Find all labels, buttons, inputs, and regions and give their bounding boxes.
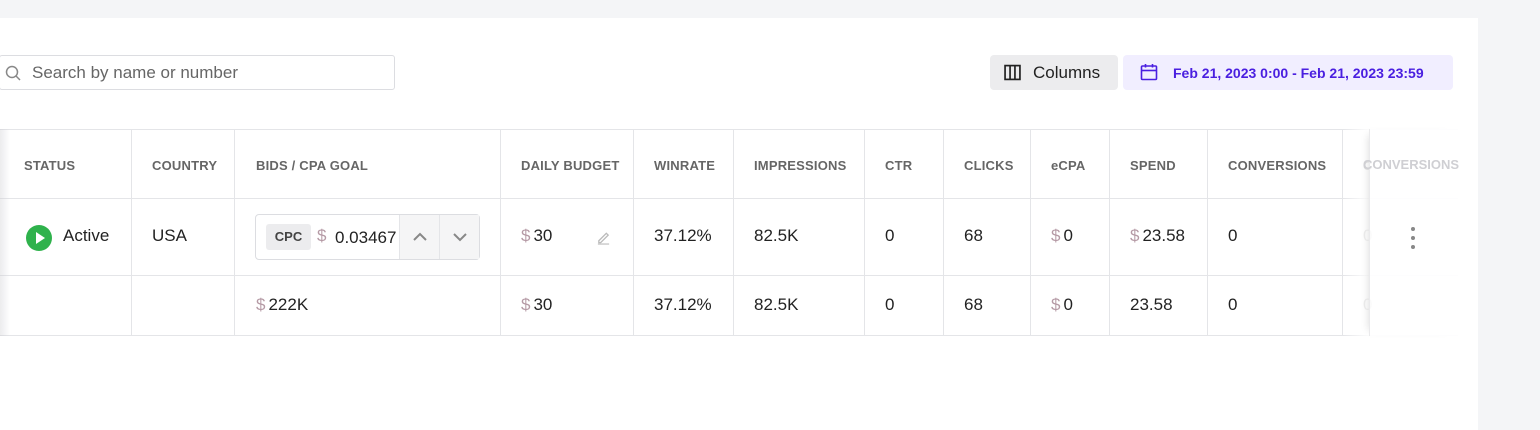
currency-symbol: $ [1051,295,1061,314]
header-conversions-ghost: CONVERSIONS [1363,157,1460,172]
totals-bids-cell: $222K [256,295,308,315]
header-conversions[interactable]: CONVERSIONS [1228,158,1326,173]
ctr-cell: 0 [885,226,895,245]
totals-spend-cell: 23.58 [1130,295,1173,314]
bid-type-badge: CPC [266,224,311,250]
totals-daily-budget-value: 30 [533,295,553,314]
table-header: STATUS COUNTRY BIDS / CPA GOAL DAILY BUD… [0,129,1458,199]
totals-impressions-cell: 82.5K [754,295,799,314]
column-divider [1030,129,1031,336]
bid-stepper[interactable]: CPC $ 0.03467 [255,214,480,260]
header-spend[interactable]: SPEND [1130,158,1176,173]
kebab-icon[interactable] [1405,226,1421,250]
totals-conversions-cell: 0 [1228,295,1238,314]
column-divider [500,129,501,336]
totals-clicks-cell: 68 [964,295,983,314]
currency-symbol: $ [521,295,531,314]
totals-row: $222K $30 37.12% 82.5K 0 68 $0 23.58 0 0 [0,276,1458,336]
header-winrate[interactable]: WINRATE [654,158,715,173]
impressions-cell: 82.5K [754,226,799,245]
columns-button[interactable]: Columns [990,55,1118,90]
currency-symbol: $ [256,295,266,314]
daily-budget-value: 30 [533,226,553,245]
header-clicks[interactable]: CLICKS [964,158,1014,173]
winrate-cell: 37.12% [654,226,712,245]
currency-symbol: $ [1130,226,1140,245]
bid-input[interactable]: 0.03467 [335,228,399,248]
table-row[interactable]: Active USA CPC $ 0.03467 $30 37.12% 82.5… [0,199,1458,276]
pencil-icon[interactable] [596,229,611,245]
search-field[interactable] [0,55,395,90]
bid-currency: $ [317,226,327,245]
daily-budget-cell: $30 [521,226,552,246]
calendar-icon [1140,64,1158,81]
scroll-shadow-left [0,129,10,336]
column-divider [234,129,235,336]
country-cell: USA [152,226,187,245]
columns-button-label: Columns [1033,63,1101,82]
conversions-cell: 0 [1228,226,1238,245]
totals-ctr-cell: 0 [885,295,895,314]
ecpa-cell: $0 [1051,226,1073,246]
column-divider [633,129,634,336]
currency-symbol: $ [521,226,531,245]
columns-icon [1004,64,1021,81]
totals-winrate-cell: 37.12% [654,295,712,314]
clicks-cell: 68 [964,226,983,245]
column-divider [943,129,944,336]
totals-bids-value: 222K [268,295,309,314]
totals-ecpa-value: 0 [1063,295,1073,314]
main-panel: Columns Feb 21, 2023 0:00 - Feb 21, 2023… [0,18,1478,430]
header-bids[interactable]: BIDS / CPA GOAL [256,158,368,173]
chevron-down-icon [453,233,467,242]
column-divider [131,129,132,336]
header-country[interactable]: COUNTRY [152,158,217,173]
totals-ecpa-cell: $0 [1051,295,1073,315]
spend-cell: $23.58 [1130,226,1185,246]
totals-daily-budget-cell: $30 [521,295,552,315]
date-range-button[interactable]: Feb 21, 2023 0:00 - Feb 21, 2023 23:59 [1123,55,1453,90]
search-input[interactable] [32,56,387,89]
ecpa-value: 0 [1063,226,1073,245]
spend-value: 23.58 [1142,226,1186,245]
bid-increment-button[interactable] [399,215,439,259]
column-divider [864,129,865,336]
chevron-up-icon [413,232,427,241]
search-icon [5,65,21,81]
header-ecpa[interactable]: eCPA [1051,158,1086,173]
header-daily-budget[interactable]: DAILY BUDGET [521,158,619,173]
column-divider [733,129,734,336]
header-impressions[interactable]: IMPRESSIONS [754,158,847,173]
date-range-label: Feb 21, 2023 0:00 - Feb 21, 2023 23:59 [1173,65,1424,81]
play-circle-icon[interactable] [26,225,52,251]
status-text: Active [63,226,110,245]
column-divider [1207,129,1208,336]
header-status[interactable]: STATUS [24,158,75,173]
header-ctr[interactable]: CTR [885,158,912,173]
column-divider [1109,129,1110,336]
currency-symbol: $ [1051,226,1061,245]
bid-decrement-button[interactable] [439,215,479,259]
